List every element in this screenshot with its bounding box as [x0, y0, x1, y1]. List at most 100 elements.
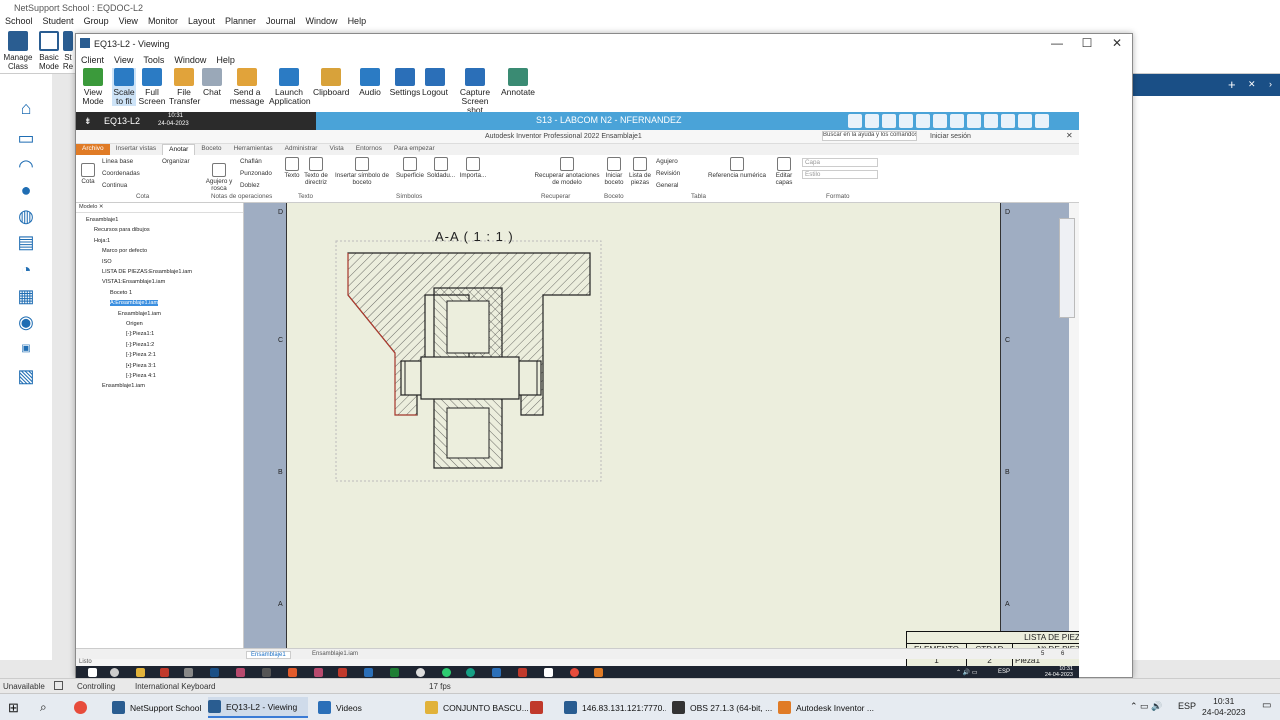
viewer-menu-window[interactable]: Window	[169, 55, 211, 67]
taskbar-search-button[interactable]: ⌕	[40, 697, 47, 718]
browser-node[interactable]: Hoja:1	[94, 238, 110, 244]
ribbon-button[interactable]: Doblez	[240, 182, 275, 189]
style-select[interactable]: Estilo	[802, 170, 878, 179]
host-menu-window[interactable]: Window	[301, 15, 343, 29]
viewer-menu-help[interactable]: Help	[211, 55, 240, 67]
app-icon[interactable]	[416, 668, 425, 677]
host-menu-monitor[interactable]: Monitor	[143, 15, 183, 29]
viewer-menu-view[interactable]: View	[109, 55, 138, 67]
doc-tab-assembly[interactable]: Ensamblaje1.iam	[312, 651, 358, 657]
taskbar-chrome[interactable]	[74, 697, 92, 718]
tool-icon[interactable]	[899, 114, 913, 128]
viewer-minimize-button[interactable]: —	[1042, 36, 1072, 50]
browser-node[interactable]: Origen	[126, 321, 143, 327]
ribbon-tab-6[interactable]: Vista	[323, 144, 349, 155]
clock-icon[interactable]: ◔	[14, 258, 38, 282]
inventor-close-icon[interactable]: ✕	[1066, 131, 1073, 140]
user-icon[interactable]: ●	[14, 178, 38, 202]
taskbar-app[interactable]: Autodesk Inventor ...	[778, 697, 878, 718]
tool-icon[interactable]	[848, 114, 862, 128]
app-icon[interactable]	[338, 668, 347, 677]
tool-icon[interactable]	[1035, 114, 1049, 128]
app-icon[interactable]	[184, 668, 193, 677]
ribbon-tab-0[interactable]: Archivo	[76, 144, 110, 155]
ribbon-button[interactable]: Revisión	[656, 170, 696, 177]
browser-node[interactable]: Marco por defecto	[102, 248, 147, 254]
ribbon-tab-1[interactable]: Insertar vistas	[110, 144, 162, 155]
taskbar-app[interactable]: EQ13-L2 - Viewing	[208, 697, 308, 718]
remote-screen[interactable]: ⇟ EQ13-L2 10:31 24-04-2023 S13 - LABCOM …	[76, 112, 1079, 679]
browser-node[interactable]: A:Ensamblaje1.iam	[110, 300, 159, 307]
ribbon-button[interactable]: Soldadu...	[426, 157, 456, 179]
host-menu-planner[interactable]: Planner	[220, 15, 261, 29]
ribbon-tab-5[interactable]: Administrar	[279, 144, 324, 155]
qa-icon[interactable]: ▣	[14, 337, 38, 361]
browser-node[interactable]: [-]:Pieza 4:1	[126, 373, 156, 379]
clipboard-button[interactable]: Clipboard	[313, 68, 349, 97]
app-icon[interactable]	[364, 668, 373, 677]
ribbon-tab-8[interactable]: Para empezar	[388, 144, 441, 155]
manage-class-button[interactable]: Manage Class	[3, 31, 33, 71]
start-button[interactable]: ⊞	[8, 697, 19, 718]
ribbon-button[interactable]: Punzonado	[240, 170, 280, 177]
ribbon-button[interactable]: Continua	[102, 182, 147, 189]
ribbon-button[interactable]: Texto	[282, 157, 302, 179]
acrobat-icon[interactable]	[544, 668, 553, 677]
browser-node[interactable]: Ensamblaje1.iam	[102, 383, 145, 389]
navigation-bar[interactable]	[1059, 218, 1075, 318]
app-icon[interactable]	[210, 668, 219, 677]
viewer-menu-client[interactable]: Client	[76, 55, 109, 67]
ribbon-button[interactable]: Insertar símbolo de boceto	[334, 157, 390, 186]
view-mode-button[interactable]: View Mode	[80, 68, 106, 106]
app-icon[interactable]	[288, 668, 297, 677]
ribbon-button[interactable]: Recuperar anotaciones de modelo	[534, 157, 600, 186]
host-menu-journal[interactable]: Journal	[261, 15, 301, 29]
tool-icon[interactable]	[967, 114, 981, 128]
browser-node[interactable]: [•]:Pieza 3:1	[126, 363, 156, 369]
viewer-close-button[interactable]: ✕	[1102, 36, 1132, 50]
browser-node[interactable]: ISO	[102, 259, 112, 265]
browser-node[interactable]: Recursos para dibujos	[94, 227, 150, 233]
ribbon-button[interactable]: General	[656, 182, 696, 189]
browser-node[interactable]: LISTA DE PIEZAS:Ensamblaje1.iam	[102, 269, 192, 275]
window-icon[interactable]: ▤	[14, 230, 38, 254]
host-menu-group[interactable]: Group	[79, 15, 114, 29]
printer-icon[interactable]: ▦	[14, 284, 38, 308]
capture-button[interactable]: Capture Screen shot	[454, 68, 496, 115]
chevron-right-icon[interactable]: ›	[1269, 79, 1272, 89]
ribbon-button[interactable]: Lista de piezas	[628, 157, 652, 186]
tool-icon[interactable]	[916, 114, 930, 128]
notifications-icon[interactable]: ▭	[1262, 700, 1271, 711]
settings-button[interactable]: Settings	[389, 68, 421, 97]
ribbon-button[interactable]: Iniciar boceto	[602, 157, 626, 186]
close-icon[interactable]: ✕	[1248, 79, 1256, 90]
help-search-input[interactable]: Buscar en la ayuda y los comandos	[822, 131, 917, 141]
browser-node[interactable]: Ensamblaje1.iam	[118, 311, 161, 317]
taskbar-app[interactable]	[530, 697, 556, 718]
ribbon-button[interactable]: Organizar	[162, 158, 202, 165]
ribbon-button[interactable]: Texto de directriz	[302, 157, 330, 186]
ribbon-tab-7[interactable]: Entornos	[350, 144, 388, 155]
chrome-icon[interactable]	[570, 668, 579, 677]
globe-icon[interactable]: ◍	[14, 204, 38, 228]
tool-icon[interactable]	[1001, 114, 1015, 128]
word-icon[interactable]	[492, 668, 501, 677]
taskbar-app[interactable]: Videos	[318, 697, 406, 718]
layer-select[interactable]: Capa	[802, 158, 878, 167]
taskbar-app[interactable]: OBS 27.1.3 (64-bit, ...	[672, 697, 772, 718]
chat-button[interactable]: Chat	[202, 68, 222, 97]
annotate-board-icon[interactable]: ▧	[14, 364, 38, 388]
excel-icon[interactable]	[390, 668, 399, 677]
ribbon-button[interactable]: Referencia numérica	[706, 157, 768, 179]
logout-button[interactable]: Logout	[421, 68, 449, 97]
app-icon[interactable]	[442, 668, 451, 677]
headphones-icon[interactable]: ◠	[14, 154, 38, 178]
taskbar-app[interactable]: NetSupport School ...	[112, 697, 204, 718]
tool-icon[interactable]	[933, 114, 947, 128]
scale-to-fit-button[interactable]: Scale to fit	[112, 68, 136, 106]
file-transfer-button[interactable]: File Transfer	[169, 68, 200, 106]
browser-node[interactable]: VISTA1:Ensamblaje1.iam	[102, 279, 165, 285]
browser-node[interactable]: [-]:Pieza1:2	[126, 342, 154, 348]
user-settings-icon[interactable]: ◉	[14, 310, 38, 334]
host-menu-school[interactable]: School	[0, 15, 38, 29]
